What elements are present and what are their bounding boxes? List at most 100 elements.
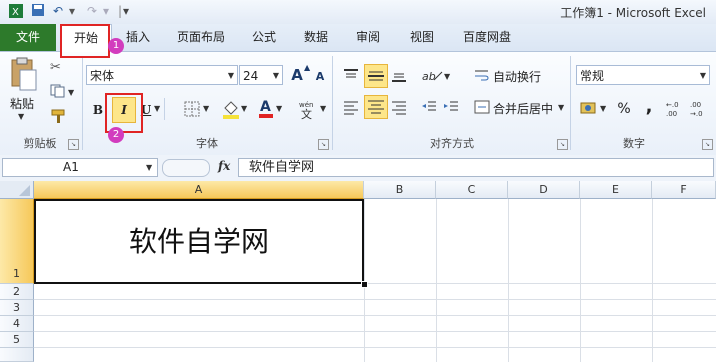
copy-icon[interactable] xyxy=(50,84,66,101)
column-header-c[interactable]: C xyxy=(436,181,508,199)
font-size-select[interactable]: 24 ▼ xyxy=(239,65,283,85)
merge-center-dropdown-icon[interactable]: ▼ xyxy=(558,103,564,112)
formula-bar-splitter[interactable] xyxy=(162,159,210,177)
accounting-format-icon[interactable] xyxy=(580,100,598,119)
top-align-icon[interactable] xyxy=(342,68,360,85)
shrink-font-button[interactable]: A xyxy=(312,67,328,87)
font-launcher-icon[interactable]: ↘ xyxy=(318,139,329,150)
align-right-icon[interactable] xyxy=(390,98,408,119)
phonetic-guide-icon[interactable]: wén 文 xyxy=(298,98,320,123)
middle-align-button[interactable] xyxy=(364,64,388,88)
name-box-dropdown-icon[interactable]: ▼ xyxy=(146,163,152,172)
excel-logo-icon: X xyxy=(8,3,24,19)
merge-center-icon[interactable] xyxy=(474,100,490,117)
clipboard-launcher-icon[interactable]: ↘ xyxy=(68,139,79,150)
select-all-corner[interactable] xyxy=(0,181,34,199)
wrap-text-icon[interactable] xyxy=(474,68,490,85)
gridline xyxy=(436,199,437,362)
underline-dropdown-icon[interactable]: ▼ xyxy=(154,104,160,113)
font-name-dropdown-icon[interactable]: ▼ xyxy=(228,66,234,86)
number-format-dropdown-icon[interactable]: ▼ xyxy=(700,66,706,86)
tab-review[interactable]: 审阅 xyxy=(350,24,386,51)
number-format-select[interactable]: 常规 ▼ xyxy=(576,65,710,85)
phonetic-dropdown-icon[interactable]: ▼ xyxy=(320,104,326,113)
step-badge-2: 2 xyxy=(108,127,124,143)
merge-center-button[interactable]: 合并后居中 xyxy=(493,100,553,117)
paste-button-label[interactable]: 粘贴 xyxy=(10,95,34,112)
tab-view[interactable]: 视图 xyxy=(404,24,440,51)
gridline xyxy=(34,331,716,332)
fill-color-icon[interactable] xyxy=(222,99,240,122)
tab-insert[interactable]: 插入 xyxy=(120,24,156,51)
column-header-e[interactable]: E xyxy=(580,181,652,199)
tab-page-layout[interactable]: 页面布局 xyxy=(172,24,230,51)
row-header-6[interactable] xyxy=(0,348,34,362)
svg-text:文: 文 xyxy=(301,107,312,120)
row-header-4[interactable]: 4 xyxy=(0,316,34,332)
gridline xyxy=(508,199,509,362)
font-name-select[interactable]: 宋体 ▼ xyxy=(86,65,238,85)
group-label-number: 数字 xyxy=(623,137,645,150)
comma-style-button[interactable]: , xyxy=(642,97,656,117)
orientation-icon[interactable]: ab xyxy=(420,66,444,87)
font-size-dropdown-icon[interactable]: ▼ xyxy=(273,66,279,86)
paste-dropdown-icon[interactable]: ▼ xyxy=(18,112,24,121)
bottom-align-icon[interactable] xyxy=(390,70,408,87)
accounting-dropdown-icon[interactable]: ▼ xyxy=(600,104,606,113)
column-header-a[interactable]: A xyxy=(34,181,364,199)
customize-quick-access-icon[interactable]: ▾ xyxy=(118,3,134,19)
align-center-button[interactable] xyxy=(364,95,388,119)
borders-dropdown-icon[interactable]: ▼ xyxy=(203,104,209,113)
decrease-decimal-icon[interactable]: .00 →.0 xyxy=(690,98,710,121)
row-header-2[interactable]: 2 xyxy=(0,284,34,300)
copy-dropdown-icon[interactable]: ▼ xyxy=(68,88,74,97)
percent-style-button[interactable]: % xyxy=(614,99,634,119)
name-box[interactable]: A1 xyxy=(2,158,158,177)
worksheet-grid[interactable]: A B C D E F 1 2 3 4 5 软件自学网 xyxy=(0,181,716,362)
increase-decimal-icon[interactable]: ←.0.00 xyxy=(666,98,686,121)
column-header-b[interactable]: B xyxy=(364,181,436,199)
gridline xyxy=(34,299,716,300)
row-header-5[interactable]: 5 xyxy=(0,332,34,348)
group-divider xyxy=(332,56,333,150)
window-title: 工作簿1 - Microsoft Excel xyxy=(560,6,706,20)
save-icon[interactable] xyxy=(30,3,46,19)
undo-dropdown-icon[interactable]: ▾ xyxy=(64,3,80,19)
orientation-dropdown-icon[interactable]: ▼ xyxy=(444,72,450,81)
font-color-dropdown-icon[interactable]: ▼ xyxy=(276,104,282,113)
decrease-indent-icon[interactable] xyxy=(420,98,438,119)
gridline xyxy=(34,315,716,316)
wrap-text-button[interactable]: 自动换行 xyxy=(493,68,541,85)
cut-icon[interactable]: ✂ xyxy=(50,60,61,75)
paste-icon[interactable] xyxy=(6,56,40,96)
column-header-d[interactable]: D xyxy=(508,181,580,199)
tab-formulas[interactable]: 公式 xyxy=(246,24,282,51)
align-left-icon[interactable] xyxy=(342,98,360,119)
number-launcher-icon[interactable]: ↘ xyxy=(702,139,713,150)
fill-color-dropdown-icon[interactable]: ▼ xyxy=(241,104,247,113)
cell-a1[interactable]: 软件自学网 xyxy=(34,199,364,284)
tab-data[interactable]: 数据 xyxy=(298,24,334,51)
row-header-3[interactable]: 3 xyxy=(0,300,34,316)
alignment-launcher-icon[interactable]: ↘ xyxy=(557,139,568,150)
tab-baidu-netdisk[interactable]: 百度网盘 xyxy=(458,24,516,51)
borders-icon[interactable] xyxy=(184,101,200,120)
column-header-f[interactable]: F xyxy=(652,181,716,199)
svg-text:A: A xyxy=(260,99,271,115)
grow-font-arrow-icon: ▲ xyxy=(304,63,311,72)
gridline xyxy=(580,199,581,362)
tab-file[interactable]: 文件 xyxy=(0,24,56,51)
increase-indent-icon[interactable] xyxy=(442,98,460,119)
gridline xyxy=(34,347,716,348)
fill-handle[interactable] xyxy=(361,281,368,288)
formula-input[interactable]: 软件自学网 xyxy=(238,158,714,177)
group-divider xyxy=(82,56,83,150)
format-painter-icon[interactable] xyxy=(50,108,68,127)
font-color-icon[interactable]: A xyxy=(258,97,274,122)
svg-text:X: X xyxy=(12,7,19,18)
group-label-alignment: 对齐方式 xyxy=(430,137,474,150)
row-header-1[interactable]: 1 xyxy=(0,199,34,284)
insert-function-icon[interactable]: fx xyxy=(218,159,230,173)
group-divider xyxy=(570,56,571,150)
font-size-value: 24 xyxy=(243,69,259,83)
